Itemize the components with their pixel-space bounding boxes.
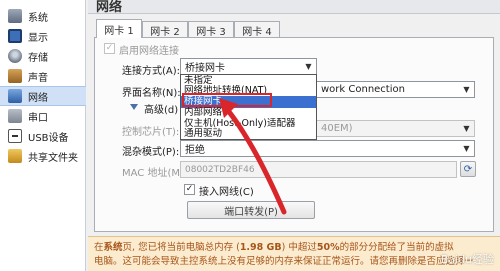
enable-adapter-label: 启用网络连接: [119, 46, 179, 57]
sidebar-item-serial[interactable]: 串口: [0, 106, 86, 126]
adapter-name-label: 界面名称(N):: [122, 88, 181, 99]
warning-memory: 1.98 GB: [239, 242, 282, 253]
warning-link-system: 系统: [103, 242, 123, 253]
sidebar-item-label: 共享文件夹: [28, 152, 78, 164]
advanced-expander-icon[interactable]: [130, 104, 138, 110]
attached-to-dropdown-list: 未指定 网络地址转换(NAT) 桥接网卡 内部网络 仅主机(Host-Only)…: [180, 74, 317, 140]
chevron-down-icon: ▼: [463, 124, 470, 133]
sidebar-item-label: 声音: [28, 72, 48, 84]
sidebar-item-network[interactable]: 网络: [0, 86, 86, 106]
sidebar-item-label: 串口: [28, 112, 48, 124]
usb-icon: [8, 129, 22, 143]
warning-line-2: 电脑。这可能会导致主控系统上没有足够的内存来保证正常运行。请您再删除是否应选择一: [94, 256, 475, 267]
sidebar-item-audio[interactable]: 声音: [0, 66, 86, 86]
baidu-watermark: Baidu经验: [440, 253, 494, 266]
advanced-label[interactable]: 高级(d): [144, 101, 178, 116]
settings-sidebar: 系统 显示 存储 声音 网络 串口 USB设备 共享文件夹: [0, 0, 86, 271]
tab-adapter-3[interactable]: 网卡 3: [188, 21, 234, 38]
warning-line-1: 在系统页, 您已将当前电脑总内存 (1.98 GB) 中超过50%的部分分配给了…: [94, 241, 494, 255]
serial-port-icon: [8, 109, 22, 123]
adapter-type-value: 40EM): [321, 123, 353, 134]
tab-adapter-1[interactable]: 网卡 1: [96, 19, 142, 38]
sidebar-item-storage[interactable]: 存储: [0, 46, 86, 66]
enable-adapter-checkbox[interactable]: ✓: [104, 43, 115, 54]
attached-to-value: 桥接网卡: [185, 63, 225, 74]
sidebar-item-system[interactable]: 系统: [0, 6, 86, 26]
warning-text: 在: [94, 242, 104, 253]
tab-adapter-2[interactable]: 网卡 2: [142, 21, 188, 38]
cable-connected-checkbox[interactable]: ✓: [184, 184, 195, 195]
sidebar-item-shared-folders[interactable]: 共享文件夹: [0, 146, 86, 166]
tab-adapter-4[interactable]: 网卡 4: [234, 21, 280, 38]
sidebar-item-label: 显示: [28, 32, 48, 44]
promiscuous-mode-label: 混杂模式(P):: [122, 147, 180, 158]
chevron-down-icon: ▼: [463, 85, 470, 94]
attached-to-label: 连接方式(A):: [122, 66, 181, 77]
port-forwarding-button[interactable]: 端口转发(P): [187, 201, 315, 219]
refresh-mac-button[interactable]: ⟳: [460, 161, 476, 177]
chevron-down-icon: ▼: [463, 144, 470, 153]
sidebar-item-label: 网络: [28, 92, 48, 104]
dropdown-option-generic[interactable]: 通用驱动: [181, 128, 316, 140]
warning-text: ) 中超过: [281, 242, 317, 253]
mac-address-field[interactable]: 08002TD2BF46: [180, 161, 457, 178]
audio-icon: [8, 69, 22, 83]
shared-folder-icon: [8, 149, 22, 163]
sidebar-item-label: 系统: [28, 12, 48, 24]
system-icon: [8, 9, 22, 23]
display-icon: [8, 29, 22, 43]
promiscuous-mode-select[interactable]: 拒绝 ▼: [180, 140, 475, 157]
warning-text: 的部分分配给了当前的虚拟: [339, 242, 454, 253]
chevron-down-icon: ▼: [305, 62, 312, 71]
page-header: 网络: [88, 0, 500, 15]
attached-to-select[interactable]: 桥接网卡 ▼: [180, 58, 317, 75]
cable-connected-label: 接入网线(C): [199, 187, 254, 198]
mac-address-label: MAC 地址(M):: [122, 168, 188, 179]
adapter-name-value: work Connection: [321, 84, 405, 95]
warning-text: 页, 您已将当前电脑总内存 (: [122, 242, 240, 253]
warning-percent: 50%: [316, 242, 340, 253]
sidebar-item-label: 存储: [28, 52, 48, 64]
sidebar-item-display[interactable]: 显示: [0, 26, 86, 46]
adapter-type-label: 控制芯片(T):: [122, 127, 180, 138]
annotation-highlight-box: [182, 93, 272, 107]
invalid-settings-warning: 在系统页, 您已将当前电脑总内存 (1.98 GB) 中超过50%的部分分配给了…: [88, 236, 500, 271]
sidebar-item-label: USB设备: [28, 132, 69, 144]
network-icon: [8, 89, 22, 103]
page-title: 网络: [96, 0, 123, 15]
sidebar-item-usb[interactable]: USB设备: [0, 126, 86, 146]
promiscuous-mode-value: 拒绝: [185, 145, 205, 156]
storage-icon: [8, 49, 22, 63]
refresh-icon: ⟳: [463, 163, 473, 175]
